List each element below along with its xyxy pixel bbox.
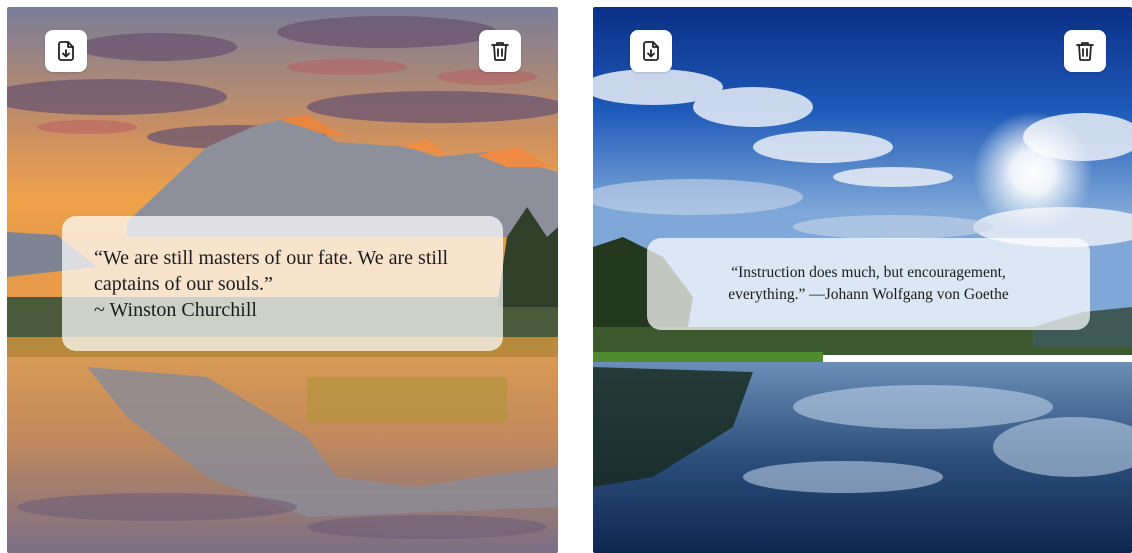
quote-text-box: “Instruction does much, but encouragemen… [647,238,1090,330]
quote-text-box: “We are still masters of our fate. We ar… [62,216,503,351]
download-button[interactable] [45,30,87,72]
quote-line: “We are still masters of our fate. We ar… [94,247,449,269]
quote-gallery: “We are still masters of our fate. We ar… [0,0,1132,553]
quote-line: captains of our souls.” [94,273,273,295]
trash-icon [1076,42,1094,61]
quote-author: ~ Winston Churchill [94,299,257,321]
file-download-icon [643,41,659,61]
download-button[interactable] [630,30,672,72]
delete-button[interactable] [1064,30,1106,72]
delete-button[interactable] [479,30,521,72]
quote-line: “Instruction does much, but encouragemen… [731,264,1006,281]
quote-card-2: “Instruction does much, but encouragemen… [593,7,1132,553]
file-download-icon [58,41,74,61]
quote-line: everything.” —Johann Wolfgang von Goethe [728,286,1009,303]
trash-icon [491,42,509,61]
quote-card-1: “We are still masters of our fate. We ar… [7,7,558,553]
